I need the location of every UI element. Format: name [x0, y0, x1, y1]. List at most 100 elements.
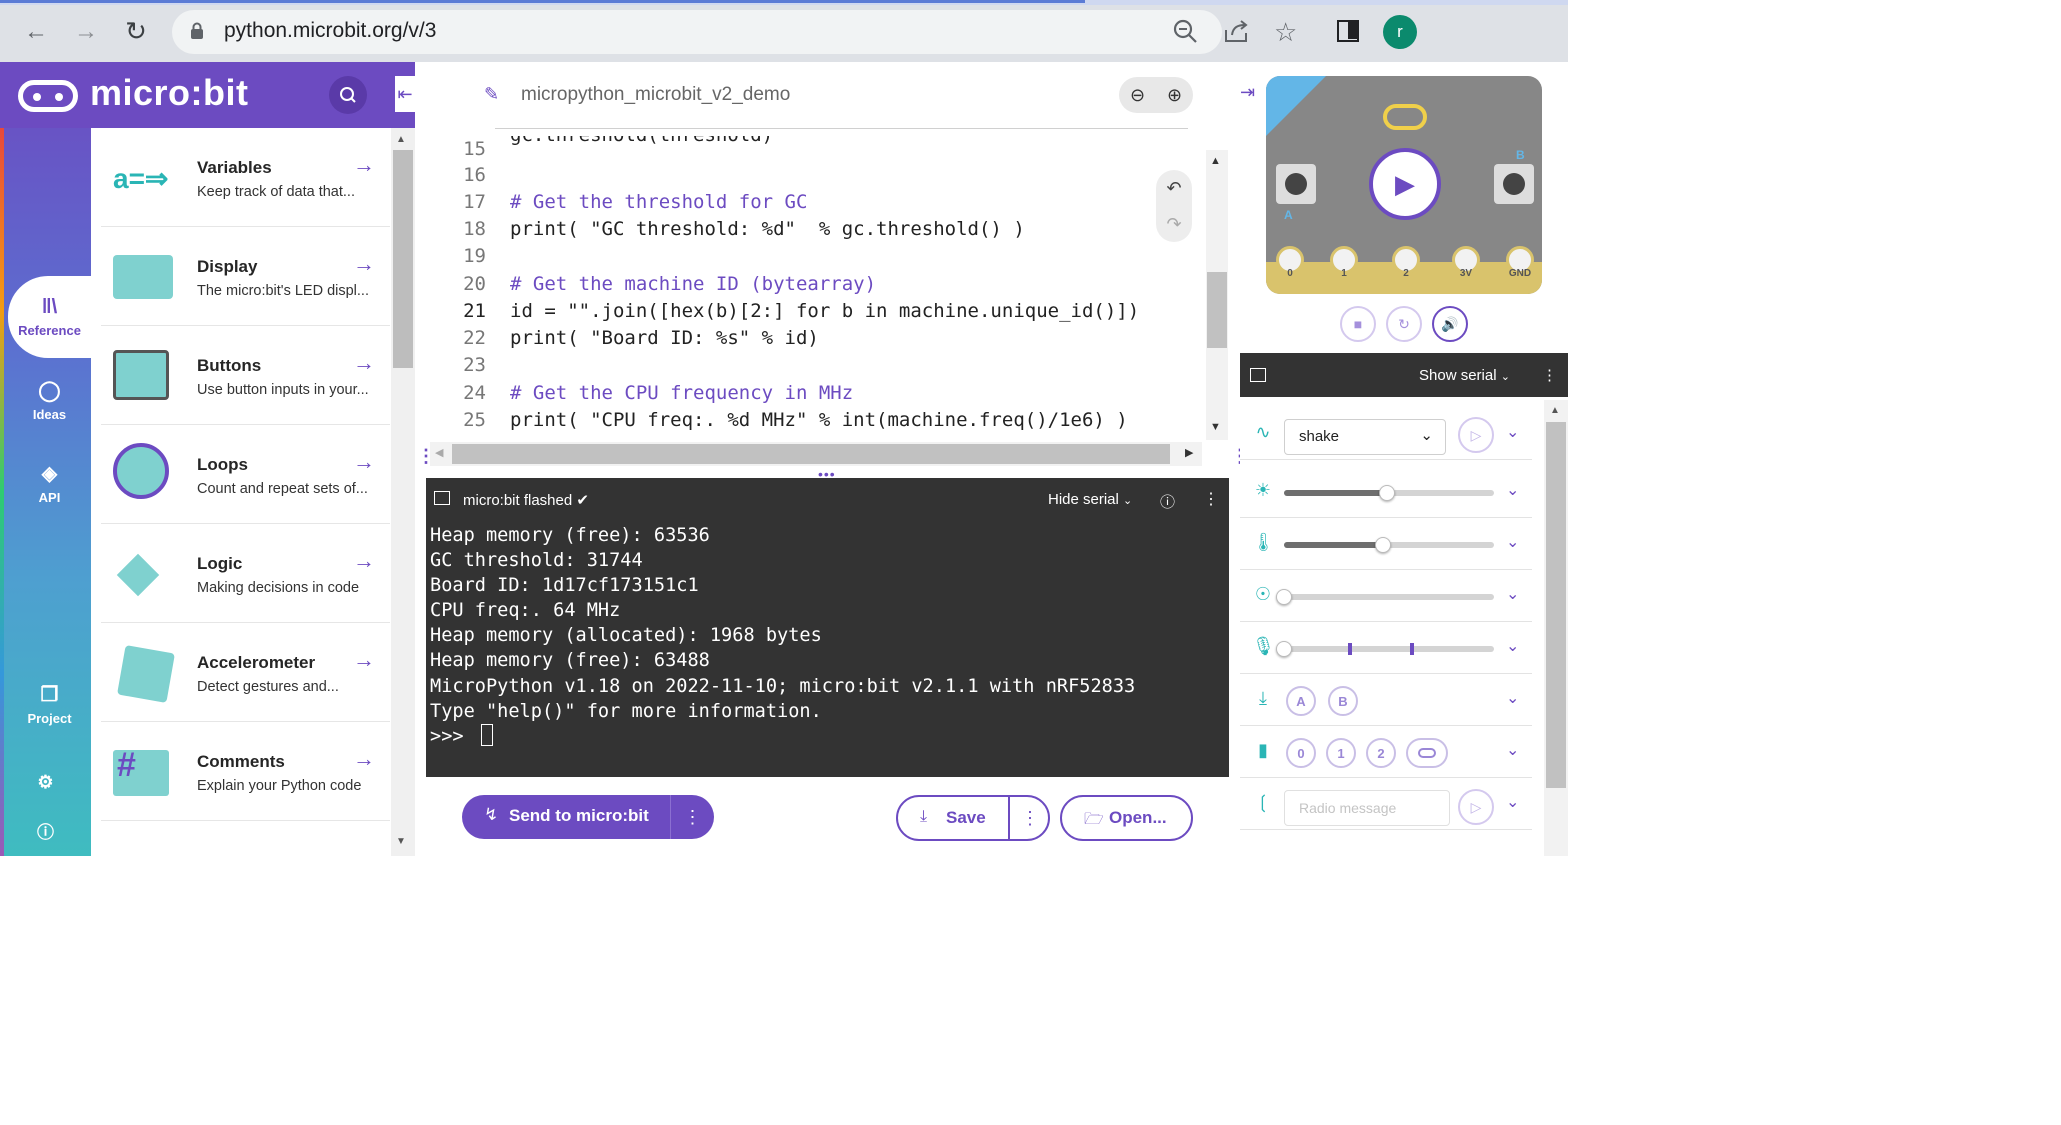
compass-slider[interactable]: [1276, 589, 1494, 605]
scroll-up-icon[interactable]: ▲: [396, 134, 406, 145]
scroll-down-icon[interactable]: ▼: [1210, 421, 1221, 433]
code-text: # Get the machine ID (bytearray): [510, 273, 877, 295]
scroll-right-icon[interactable]: ▶: [1185, 446, 1193, 459]
chevron-down-icon[interactable]: ⌄: [1506, 532, 1519, 552]
scroll-up-icon[interactable]: ▲: [1210, 155, 1221, 167]
restart-button[interactable]: ↻: [1386, 306, 1422, 342]
left-rail: [0, 62, 91, 856]
search-button[interactable]: [329, 76, 367, 114]
more-options-icon[interactable]: ⋮: [1203, 489, 1219, 509]
sim-logo-touch[interactable]: [1406, 738, 1448, 768]
send-gesture-button[interactable]: ▷: [1458, 417, 1494, 453]
collapse-sidebar-button[interactable]: ⇤: [395, 76, 415, 112]
temperature-slider[interactable]: [1284, 537, 1494, 553]
reference-item-logic[interactable]: Logic Making decisions in code →: [101, 524, 390, 623]
reference-item-buttons[interactable]: Buttons Use button inputs in your... →: [101, 326, 390, 425]
scroll-up-icon[interactable]: ▲: [1550, 405, 1560, 416]
rail-item-api[interactable]: ◈ API: [4, 461, 95, 505]
edit-pencil-icon[interactable]: ✎: [484, 84, 499, 105]
reference-item-variables[interactable]: a=⇒ Variables Keep track of data that...…: [101, 128, 390, 227]
resize-handle-left[interactable]: ⋮: [417, 446, 435, 467]
sound-button[interactable]: 🔊: [1432, 306, 1468, 342]
chevron-down-icon[interactable]: ⌄: [1506, 584, 1519, 604]
bookmark-star-icon[interactable]: ☆: [1274, 17, 1297, 48]
info-icon[interactable]: ⓘ: [1160, 491, 1175, 512]
save-more-options-icon[interactable]: ⋮: [1008, 797, 1050, 839]
touch-logo[interactable]: [1383, 104, 1427, 130]
reference-scrollbar-thumb[interactable]: [393, 150, 413, 368]
threshold-low-marker[interactable]: [1348, 643, 1352, 655]
send-more-options-icon[interactable]: ⋮: [670, 795, 714, 839]
sim-pin-1[interactable]: 1: [1326, 738, 1356, 768]
chevron-down-icon[interactable]: ⌄: [1506, 740, 1519, 760]
chevron-down-icon[interactable]: ⌄: [1506, 688, 1519, 708]
slider-knob[interactable]: [1276, 589, 1292, 605]
forward-icon[interactable]: →: [68, 14, 104, 50]
simulator-play-button[interactable]: ▶: [1369, 148, 1441, 220]
tab-strip: [0, 0, 1568, 5]
board-button-a[interactable]: [1276, 164, 1316, 204]
show-serial-button[interactable]: Show serial ⌄: [1419, 367, 1510, 384]
undo-icon[interactable]: ↶: [1156, 170, 1192, 206]
sensor-row-compass: ☉ ⌄: [1240, 570, 1532, 622]
save-button[interactable]: ⤓ Save ⋮: [896, 795, 1050, 841]
slider-knob[interactable]: [1276, 641, 1292, 657]
reference-item-desc: Making decisions in code: [197, 580, 360, 596]
back-icon[interactable]: ←: [18, 14, 54, 50]
serial-output[interactable]: Heap memory (free): 63536 GC threshold: 3…: [430, 523, 1225, 773]
slider-knob[interactable]: [1378, 485, 1395, 501]
sidepanel-icon[interactable]: [1337, 20, 1359, 42]
chevron-down-icon[interactable]: ⌄: [1506, 636, 1519, 656]
help-icon[interactable]: ⓘ: [0, 818, 91, 843]
threshold-high-marker[interactable]: [1410, 643, 1414, 655]
open-button[interactable]: 🗁 Open...: [1060, 795, 1193, 841]
zoom-out-button[interactable]: ⊖: [1119, 77, 1156, 113]
code-vertical-scrollbar-thumb[interactable]: [1207, 272, 1227, 348]
code-horizontal-scrollbar-thumb[interactable]: [452, 444, 1170, 464]
serial-line: Board ID: 1d17cf173151c1: [430, 575, 699, 597]
code-editor[interactable]: 15 gc.threshold(threshold) 16 17 # Get the…: [426, 136, 1206, 438]
reference-item-desc: Keep track of data that...: [197, 184, 355, 200]
reference-icon: ‖\: [41, 296, 58, 318]
sim-button-b[interactable]: B: [1328, 686, 1358, 716]
profile-avatar[interactable]: r: [1383, 15, 1417, 49]
sound-level-slider[interactable]: [1276, 641, 1494, 657]
reference-item-accelerometer[interactable]: Accelerometer Detect gestures and... →: [101, 623, 390, 722]
chevron-down-icon[interactable]: ⌄: [1506, 792, 1519, 812]
rail-item-ideas[interactable]: ◯ Ideas: [4, 378, 95, 422]
reference-item-display[interactable]: Display The micro:bit's LED displ... →: [101, 227, 390, 326]
send-radio-button[interactable]: ▷: [1458, 789, 1494, 825]
stop-button[interactable]: ■: [1340, 306, 1376, 342]
chevron-down-icon[interactable]: ⌄: [1506, 480, 1519, 500]
board-button-b[interactable]: [1494, 164, 1534, 204]
zoom-in-button[interactable]: ⊕: [1156, 77, 1193, 113]
slider-knob[interactable]: [1374, 537, 1391, 553]
scroll-left-icon[interactable]: ◀: [435, 446, 443, 459]
more-options-icon[interactable]: ⋮: [1542, 366, 1557, 384]
scroll-down-icon[interactable]: ▼: [396, 836, 406, 847]
reload-icon[interactable]: ↻: [118, 13, 154, 49]
sim-button-a[interactable]: A: [1286, 686, 1316, 716]
share-icon[interactable]: [1223, 18, 1251, 49]
reference-item-comments[interactable]: # Comments Explain your Python code →: [101, 722, 390, 821]
send-to-microbit-button[interactable]: ↯ Send to micro:bit ⋮: [462, 795, 714, 839]
rail-item-project[interactable]: ❐ Project: [4, 682, 95, 726]
zoom-icon[interactable]: [1172, 18, 1198, 49]
reference-item-loops[interactable]: Loops Count and repeat sets of... →: [101, 425, 390, 524]
settings-gear-icon[interactable]: ⚙: [0, 772, 91, 793]
simulator-scrollbar-thumb[interactable]: [1546, 422, 1566, 788]
arrow-right-icon: →: [353, 251, 375, 276]
chevron-down-icon[interactable]: ⌄: [1506, 422, 1519, 442]
expand-simulator-icon[interactable]: ⇥: [1240, 82, 1255, 103]
sim-pin-2[interactable]: 2: [1366, 738, 1396, 768]
radio-message-input[interactable]: Radio message: [1284, 790, 1450, 826]
redo-icon[interactable]: ↷: [1156, 206, 1192, 242]
lock-icon[interactable]: [190, 22, 204, 39]
hide-serial-button[interactable]: Hide serial ⌄: [1048, 491, 1132, 508]
light-slider[interactable]: [1284, 485, 1494, 501]
url-text[interactable]: python.microbit.org/v/3: [224, 19, 436, 43]
project-name[interactable]: micropython_microbit_v2_demo: [521, 84, 790, 106]
gesture-select[interactable]: shake ⌄: [1284, 419, 1446, 455]
sim-pin-0[interactable]: 0: [1286, 738, 1316, 768]
rail-item-reference-content[interactable]: ‖\ Reference: [4, 296, 95, 338]
